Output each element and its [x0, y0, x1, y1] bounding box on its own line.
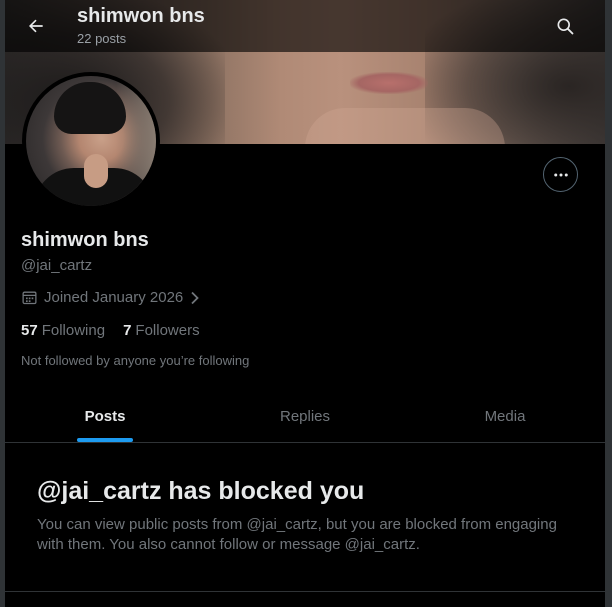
profile-display-name: shimwon bns: [21, 229, 149, 251]
followers-link[interactable]: 7 Followers: [123, 322, 200, 339]
profile-page: shimwon bns 22 posts shimwon bns @jai_ca…: [0, 0, 612, 607]
follow-stats: 57 Following 7 Followers: [21, 322, 200, 339]
joined-text: Joined January 2026: [44, 289, 184, 306]
following-link[interactable]: 57 Following: [21, 322, 105, 339]
followers-label: Followers: [135, 322, 200, 339]
blocked-message: You can view public posts from @jai_cart…: [37, 516, 557, 553]
header-post-count: 22 posts: [77, 31, 127, 46]
back-button[interactable]: [18, 8, 54, 44]
blocked-title: @jai_cartz has blocked you: [37, 477, 365, 505]
more-horizontal-icon: [553, 173, 568, 176]
chevron-right-icon: [191, 291, 200, 304]
search-icon: [557, 18, 574, 35]
tab-posts[interactable]: Posts: [5, 390, 205, 442]
avatar[interactable]: [22, 72, 160, 210]
profile-handle: @jai_cartz: [21, 257, 93, 274]
window-edge-right: [605, 0, 612, 607]
header-title: shimwon bns: [77, 5, 205, 27]
following-label: Following: [41, 322, 106, 339]
more-options-button[interactable]: [543, 157, 578, 192]
window-edge-left: [0, 0, 5, 607]
top-bar: shimwon bns 22 posts: [5, 0, 605, 52]
tab-media[interactable]: Media: [405, 390, 605, 442]
search-button[interactable]: [547, 8, 583, 44]
tab-posts-label: Posts: [84, 407, 126, 425]
followers-count: 7: [123, 322, 132, 339]
arrow-left-icon: [29, 19, 43, 33]
joined-date[interactable]: Joined January 2026: [21, 289, 201, 306]
tab-replies-label: Replies: [279, 407, 331, 425]
tab-replies[interactable]: Replies: [205, 390, 405, 442]
calendar-icon: [22, 291, 37, 305]
avatar-hand: [84, 154, 108, 188]
banner-lips: [350, 72, 428, 94]
tab-media-label: Media: [484, 407, 526, 425]
banner-chin: [305, 108, 505, 144]
not-followed-note: Not followed by anyone you’re following: [21, 353, 250, 368]
divider: [5, 591, 605, 592]
active-tab-indicator: [77, 438, 133, 442]
profile-tabs: Posts Replies Media: [5, 390, 605, 443]
following-count: 57: [21, 322, 38, 339]
